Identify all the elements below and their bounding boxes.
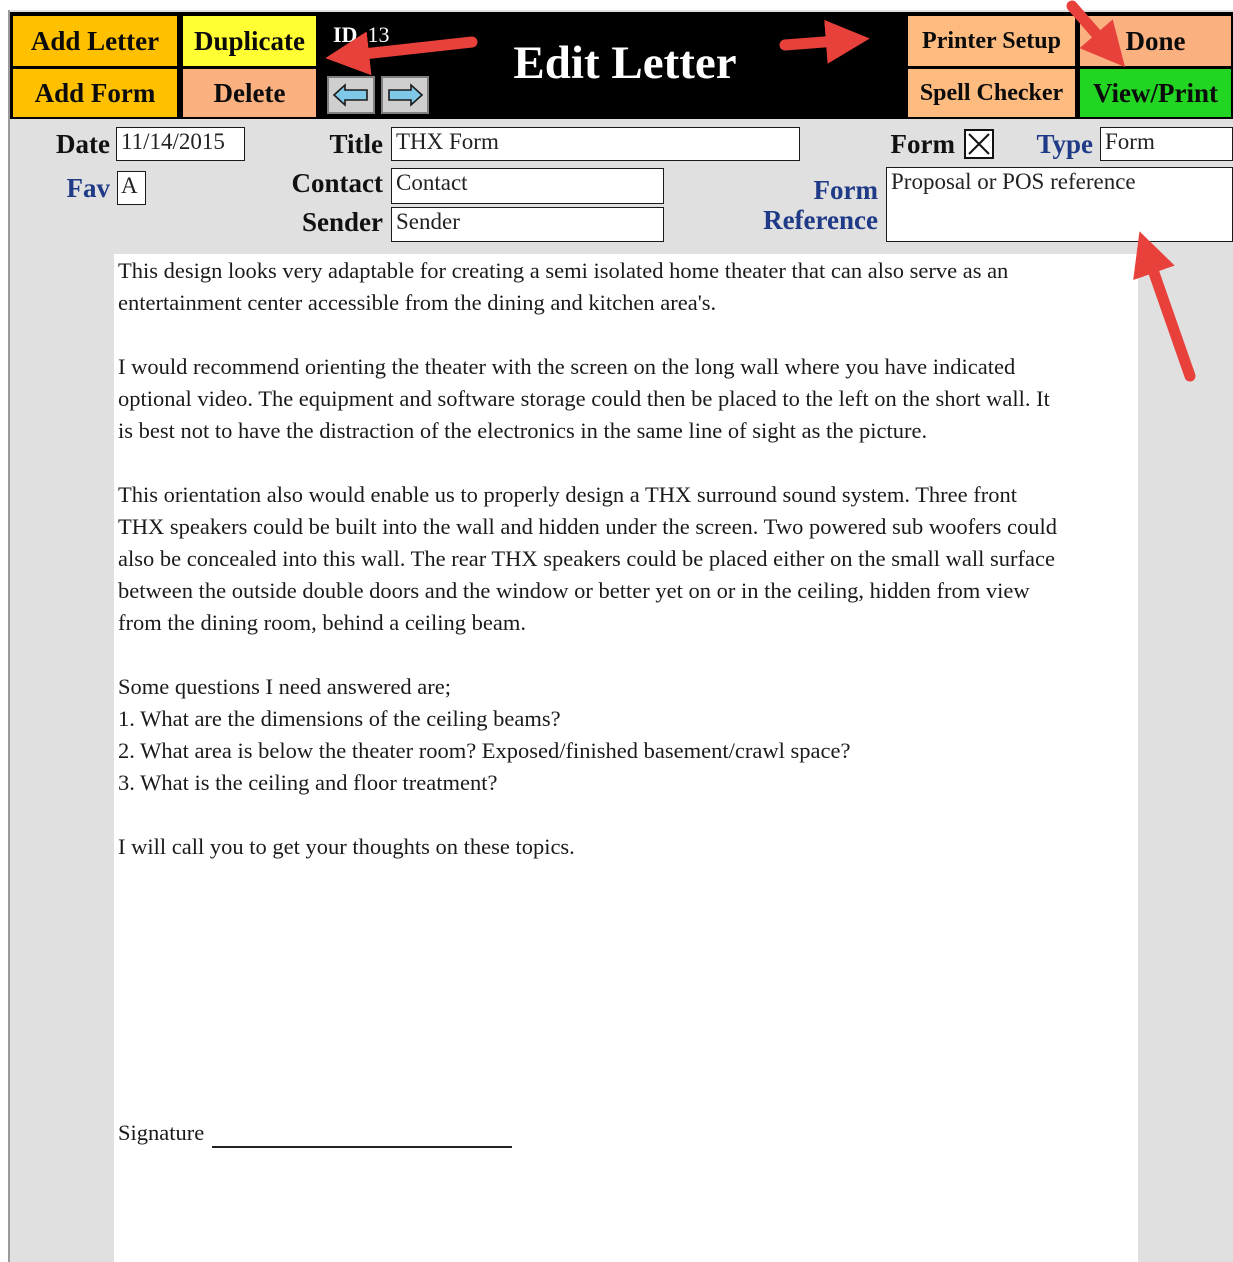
date-field[interactable]: 11/14/2015 [116, 127, 245, 161]
type-field[interactable]: Form [1100, 127, 1233, 161]
form-checkbox[interactable] [964, 129, 994, 159]
question-item: 3. What is the ceiling and floor treatme… [118, 770, 498, 795]
window-title: Edit Letter [513, 37, 737, 89]
duplicate-button[interactable]: Duplicate [181, 14, 318, 68]
title-field[interactable]: THX Form [391, 127, 800, 161]
record-id-label: ID [333, 22, 358, 47]
sender-field[interactable]: Sender [391, 207, 664, 242]
signature-line [212, 1146, 512, 1148]
body-line: between the outside double doors and the… [118, 578, 1030, 603]
printer-setup-button[interactable]: Printer Setup [906, 14, 1077, 68]
title-label: Title [329, 129, 384, 159]
form-reference-label-line2: Reference [763, 205, 878, 235]
checked-x-icon [968, 133, 990, 155]
add-form-button[interactable]: Add Form [11, 67, 179, 119]
body-line: optional video. The equipment and softwa… [118, 386, 1050, 411]
left-arrow-icon [332, 83, 368, 107]
contact-field[interactable]: Contact [391, 168, 664, 204]
body-line: Some questions I need answered are; [118, 674, 452, 699]
right-arrow-icon [388, 83, 424, 107]
body-line: from the dining room, behind a ceiling b… [118, 610, 527, 635]
body-line: This design looks very adaptable for cre… [118, 258, 1009, 283]
date-label: Date [56, 129, 110, 159]
form-reference-label-line1: Form [813, 175, 878, 205]
delete-button[interactable]: Delete [181, 67, 318, 119]
contact-label: Contact [291, 168, 383, 198]
form-reference-field[interactable]: Proposal or POS reference [886, 167, 1233, 242]
body-line: also be concealed into this wall. The re… [118, 546, 1055, 571]
type-label: Type [1036, 129, 1093, 159]
body-line: entertainment center accessible from the… [118, 290, 717, 315]
body-line: THX speakers could be built into the wal… [118, 514, 1058, 539]
record-id: ID 13 [333, 22, 389, 48]
add-letter-button[interactable]: Add Letter [11, 14, 179, 68]
signature-label: Signature [118, 1120, 205, 1145]
sender-label: Sender [302, 207, 383, 237]
record-id-value: 13 [367, 22, 390, 47]
question-item: 2. What area is below the theater room? … [118, 738, 851, 763]
fav-field[interactable]: A [117, 171, 146, 205]
view-print-button[interactable]: View/Print [1078, 67, 1233, 119]
spell-checker-button[interactable]: Spell Checker [906, 67, 1077, 119]
done-button[interactable]: Done [1078, 14, 1233, 68]
body-line: I will call you to get your thoughts on … [118, 834, 575, 859]
body-line: is best not to have the distraction of t… [118, 418, 928, 443]
next-record-button[interactable] [381, 76, 429, 114]
body-line: I would recommend orienting the theater … [118, 354, 1016, 379]
previous-record-button[interactable] [327, 76, 375, 114]
fav-label: Fav [66, 173, 111, 203]
letter-body[interactable]: This design looks very adaptable for cre… [114, 254, 1138, 1262]
body-line: This orientation also would enable us to… [118, 482, 1018, 507]
form-label: Form [890, 129, 955, 159]
question-item: 1. What are the dimensions of the ceilin… [118, 706, 561, 731]
